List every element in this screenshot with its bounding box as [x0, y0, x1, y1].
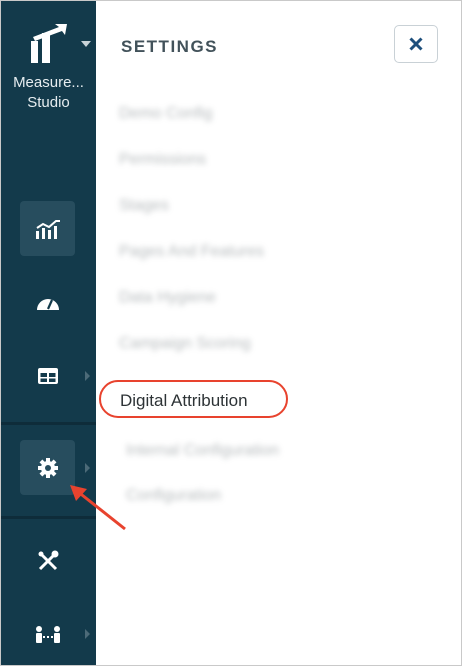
tools-icon	[38, 550, 58, 570]
nav-tables[interactable]	[20, 348, 75, 403]
brand-line1: Measure...	[13, 74, 84, 91]
chevron-right-icon	[85, 371, 90, 381]
menu-item[interactable]: Data Hygiene	[119, 289, 216, 307]
gear-icon	[37, 457, 58, 478]
menu-item[interactable]: Permissions	[119, 151, 206, 169]
logo-icon[interactable]	[29, 23, 69, 65]
settings-panel: SETTINGS Demo Config Permissions Stages …	[96, 1, 461, 665]
users-connect-icon	[35, 625, 60, 643]
table-grid-icon	[37, 367, 58, 384]
submenu-item[interactable]: Configuration	[126, 487, 221, 505]
brand-line2: Studio	[27, 94, 70, 111]
annotation-arrow-icon	[70, 485, 126, 531]
close-button[interactable]	[394, 25, 438, 63]
menu-item[interactable]: Stages	[119, 197, 169, 215]
gauge-icon	[36, 298, 59, 310]
sidebar: Measure... Studio	[1, 1, 96, 665]
analytics-chart-icon	[35, 219, 60, 239]
app-frame: Measure... Studio SETTINGS Demo Config P…	[0, 0, 462, 666]
chevron-down-icon[interactable]	[81, 41, 91, 47]
brand-name: Measure... Studio	[1, 73, 96, 113]
chevron-right-icon	[85, 629, 90, 639]
menu-item[interactable]: Demo Config	[119, 105, 212, 123]
submenu-item[interactable]: Internal Configuration	[126, 442, 279, 460]
menu-item-digital-attribution[interactable]: Digital Attribution	[120, 391, 248, 411]
nav-tools[interactable]	[20, 533, 75, 588]
menu-item[interactable]: Campaign Scoring	[119, 335, 251, 353]
nav-dashboard[interactable]	[20, 275, 75, 330]
sidebar-divider	[1, 422, 96, 425]
panel-title: SETTINGS	[121, 37, 219, 56]
close-icon	[409, 37, 423, 51]
menu-item[interactable]: Pages And Features	[119, 243, 264, 261]
nav-integrations[interactable]	[20, 607, 75, 662]
chevron-right-icon	[85, 463, 90, 473]
nav-analytics[interactable]	[20, 201, 75, 256]
